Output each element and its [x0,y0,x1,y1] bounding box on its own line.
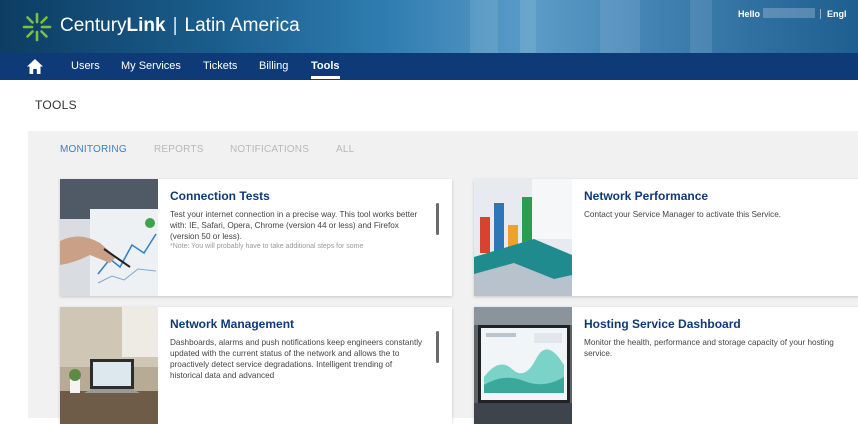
brand-region: Latin America [184,15,300,36]
header-banner: CenturyLink | Latin America Hello Engl [0,0,858,53]
brand-separator: | [172,15,178,36]
brand-part2: Link [126,15,166,36]
card-title[interactable]: Connection Tests [170,189,270,203]
card-title[interactable]: Network Management [170,317,294,331]
card-description: Test your internet connection in a preci… [170,209,425,252]
network-performance-thumbnail [474,179,572,296]
card-description: Monitor the health, performance and stor… [584,338,834,358]
nav-item-my-services[interactable]: My Services [121,60,181,72]
card-description: Dashboards, alarms and push notification… [170,338,423,380]
home-icon[interactable] [26,58,44,75]
card-hosting-service-dashboard[interactable]: Hosting Service Dashboard Monitor the he… [474,307,858,424]
card-scrollbar[interactable] [436,331,439,363]
main-nav: Users My Services Tickets Billing Tools [0,53,858,80]
brand-name[interactable]: CenturyLink | Latin America [60,15,300,37]
banner-building [600,0,640,53]
page-title: TOOLS [35,98,77,112]
banner-building [690,0,712,53]
nav-item-tickets[interactable]: Tickets [203,60,237,72]
card-note: *Note: You will probably have to take ad… [170,243,364,250]
card-scrollbar[interactable] [436,203,439,235]
card-description: Contact your Service Manager to activate… [584,210,782,219]
brand-part1: Century [60,15,127,36]
nav-item-tools[interactable]: Tools [311,60,340,79]
card-connection-tests[interactable]: Connection Tests Test your internet conn… [60,179,452,296]
banner-building [520,0,536,53]
banner-building [470,0,498,53]
connection-tests-thumbnail [60,179,158,296]
card-title[interactable]: Hosting Service Dashboard [584,317,741,331]
username-redacted[interactable] [763,8,815,18]
tab-notifications[interactable]: NOTIFICATIONS [230,144,309,155]
card-network-performance[interactable]: Network Performance Contact your Service… [474,179,858,296]
card-description-text: Test your internet connection in a preci… [170,210,418,241]
card-title[interactable]: Network Performance [584,189,708,203]
network-management-thumbnail [60,307,158,424]
language-selector[interactable]: Engl [820,9,847,19]
tab-reports[interactable]: REPORTS [154,144,204,155]
tab-all[interactable]: ALL [336,144,354,155]
nav-item-billing[interactable]: Billing [259,60,288,72]
card-network-management[interactable]: Network Management Dashboards, alarms an… [60,307,452,424]
hosting-service-dashboard-thumbnail [474,307,572,424]
tab-monitoring[interactable]: MONITORING [60,144,127,155]
centurylink-logo-icon [22,12,52,42]
nav-item-users[interactable]: Users [71,60,100,72]
hello-label: Hello [738,9,761,19]
